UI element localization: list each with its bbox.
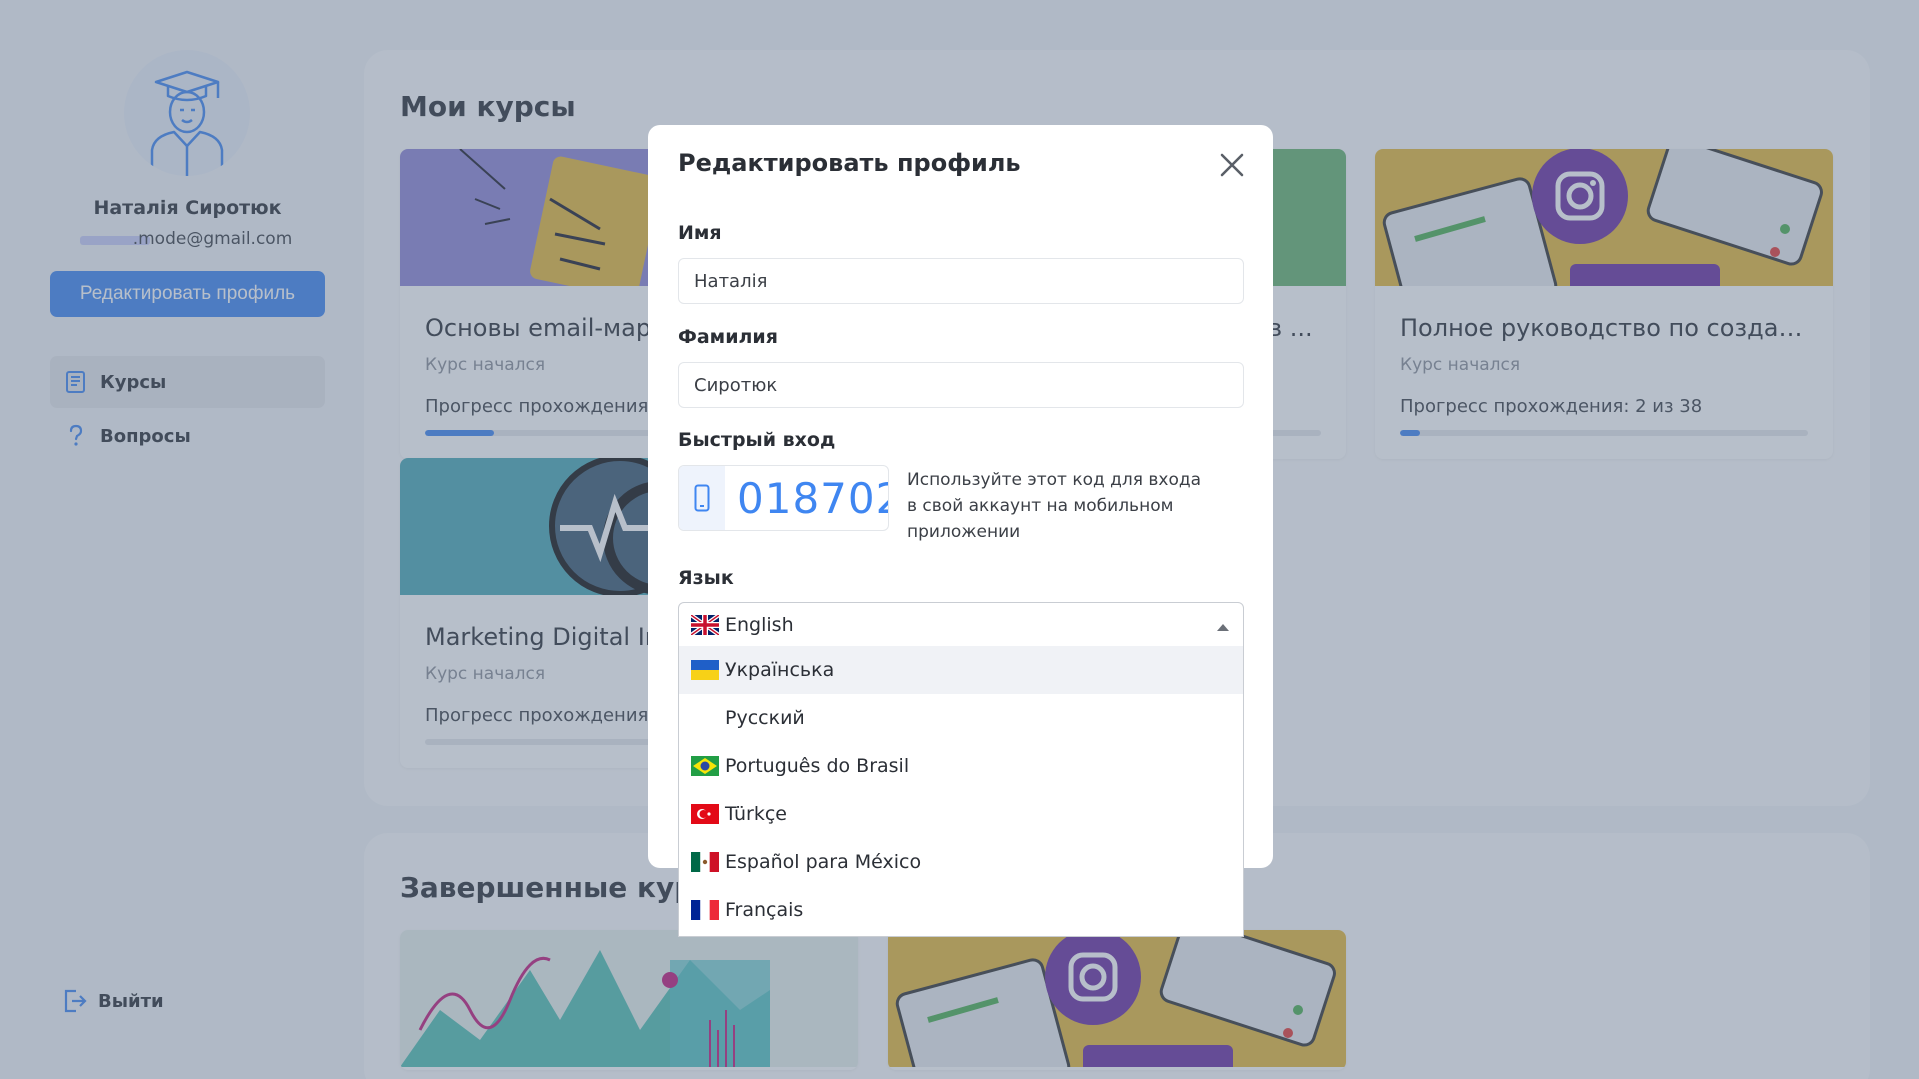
modal-title: Редактировать профиль	[678, 149, 1021, 177]
language-option-portuguese-br[interactable]: Português do Brasil	[679, 742, 1243, 790]
phone-icon	[694, 484, 710, 512]
br-flag-icon	[691, 756, 719, 776]
language-option-turkish[interactable]: Türkçe	[679, 790, 1243, 838]
phone-icon-wrap	[679, 466, 725, 530]
caret-up-icon	[1217, 624, 1229, 631]
close-icon	[1220, 153, 1244, 177]
first-name-label: Имя	[678, 222, 722, 244]
ua-flag-icon	[691, 660, 719, 680]
language-option-russian[interactable]: Русский	[679, 694, 1243, 742]
last-name-input[interactable]	[678, 362, 1244, 408]
language-option-french[interactable]: Français	[679, 886, 1243, 934]
language-label: Язык	[678, 567, 734, 589]
quick-login-code: 018702	[737, 474, 889, 523]
language-selected: English	[725, 614, 794, 636]
last-name-label: Фамилия	[678, 326, 778, 348]
fr-flag-icon	[691, 900, 719, 920]
language-select[interactable]: English	[678, 602, 1244, 648]
mx-flag-icon	[691, 852, 719, 872]
first-name-input[interactable]	[678, 258, 1244, 304]
tr-flag-icon	[691, 804, 719, 824]
language-option-spanish-mx[interactable]: Español para México	[679, 838, 1243, 886]
empty-flag-icon	[691, 708, 719, 728]
language-option-ukrainian[interactable]: Українська	[679, 646, 1243, 694]
language-dropdown: Українська Русский Português do Brasil T…	[678, 646, 1244, 937]
quick-login-label: Быстрый вход	[678, 429, 836, 451]
quick-login-hint: Используйте этот код для входа в свой ак…	[907, 470, 1202, 542]
close-button[interactable]	[1216, 149, 1248, 181]
quick-login-code-box: 018702	[678, 465, 889, 531]
uk-flag-icon	[691, 615, 719, 635]
